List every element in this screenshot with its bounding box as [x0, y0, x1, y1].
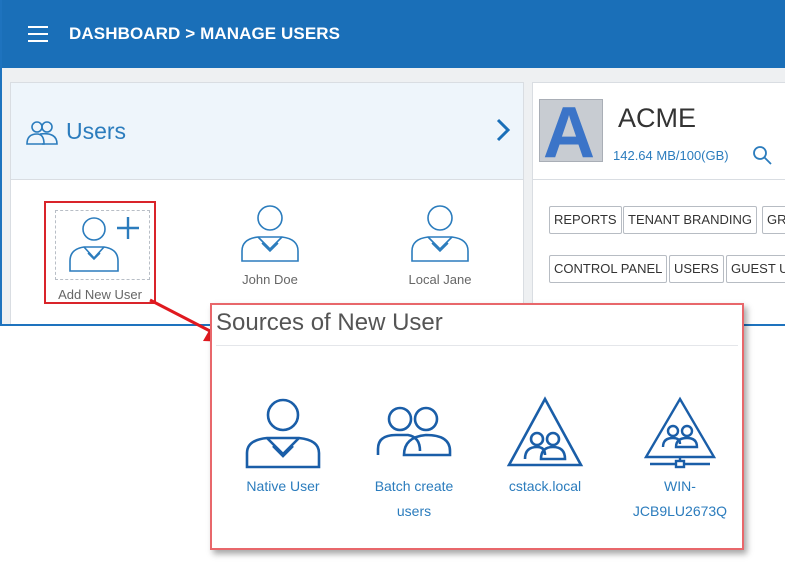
tenant-logo-letter: A [543, 93, 595, 173]
popup-title: Sources of New User [216, 309, 443, 336]
user-icon [411, 205, 469, 262]
ad-domain-icon [506, 396, 584, 467]
tenant-storage-usage: 142.64 MB/100(GB) [613, 148, 729, 163]
users-panel: Users Add New User John Doe Local Jane [10, 82, 524, 324]
chip-control-panel[interactable]: CONTROL PANEL [549, 255, 668, 283]
source-label: WIN- [664, 478, 696, 494]
source-label: Batch create [374, 478, 454, 494]
user-tile-label: John Doe [242, 272, 298, 287]
tenant-panel: A ACME 142.64 MB/100(GB) REPORTS TENANT … [532, 82, 785, 324]
user-tile-john-doe[interactable]: John Doe [215, 201, 325, 287]
sources-of-new-user-popup: Sources of New User Native User Batch cr… [210, 303, 744, 550]
source-batch-create-users[interactable]: Batch create users [364, 395, 464, 524]
top-bar: DASHBOARD > MANAGE USERS [2, 0, 785, 68]
search-icon[interactable] [752, 145, 772, 165]
add-new-user-tile[interactable]: Add New User [44, 201, 156, 304]
source-native-user[interactable]: Native User [235, 395, 331, 499]
users-panel-header: Users [11, 83, 523, 180]
chip-users[interactable]: USERS [669, 255, 724, 283]
chip-groups[interactable]: GRO [762, 206, 785, 234]
source-win-server[interactable]: WIN- JCB9LU2673Q [627, 395, 733, 524]
source-label: Native User [246, 478, 320, 494]
add-user-icon [69, 217, 139, 272]
user-tile-label: Local Jane [408, 272, 472, 287]
users-icon [26, 121, 58, 145]
source-label-line2: users [396, 503, 432, 519]
chevron-right-icon[interactable] [491, 116, 515, 144]
chip-guest-users[interactable]: GUEST U [726, 255, 785, 283]
source-cstack-local[interactable]: cstack.local [500, 395, 590, 499]
source-label-line2: JCB9LU2673Q [632, 503, 728, 519]
user-tile-local-jane[interactable]: Local Jane [385, 201, 495, 287]
popup-divider [216, 345, 738, 346]
users-group-icon [376, 406, 452, 457]
tenant-header: A ACME 142.64 MB/100(GB) [533, 83, 785, 180]
hamburger-menu-icon[interactable] [28, 26, 48, 42]
add-new-user-label: Add New User [58, 287, 142, 302]
user-icon [245, 398, 321, 469]
tenant-name: ACME [618, 103, 697, 133]
screenshot-stage: DASHBOARD > MANAGE USERS Users Add New U… [0, 0, 785, 567]
ad-network-icon [643, 396, 717, 469]
tenant-logo: A [539, 93, 603, 173]
breadcrumb: DASHBOARD > MANAGE USERS [69, 24, 341, 43]
source-label: cstack.local [508, 478, 582, 494]
chip-tenant-branding[interactable]: TENANT BRANDING [623, 206, 757, 234]
chip-reports[interactable]: REPORTS [549, 206, 622, 234]
users-panel-title: Users [66, 118, 127, 144]
user-icon [241, 205, 299, 262]
app-window: DASHBOARD > MANAGE USERS Users Add New U… [0, 0, 785, 326]
